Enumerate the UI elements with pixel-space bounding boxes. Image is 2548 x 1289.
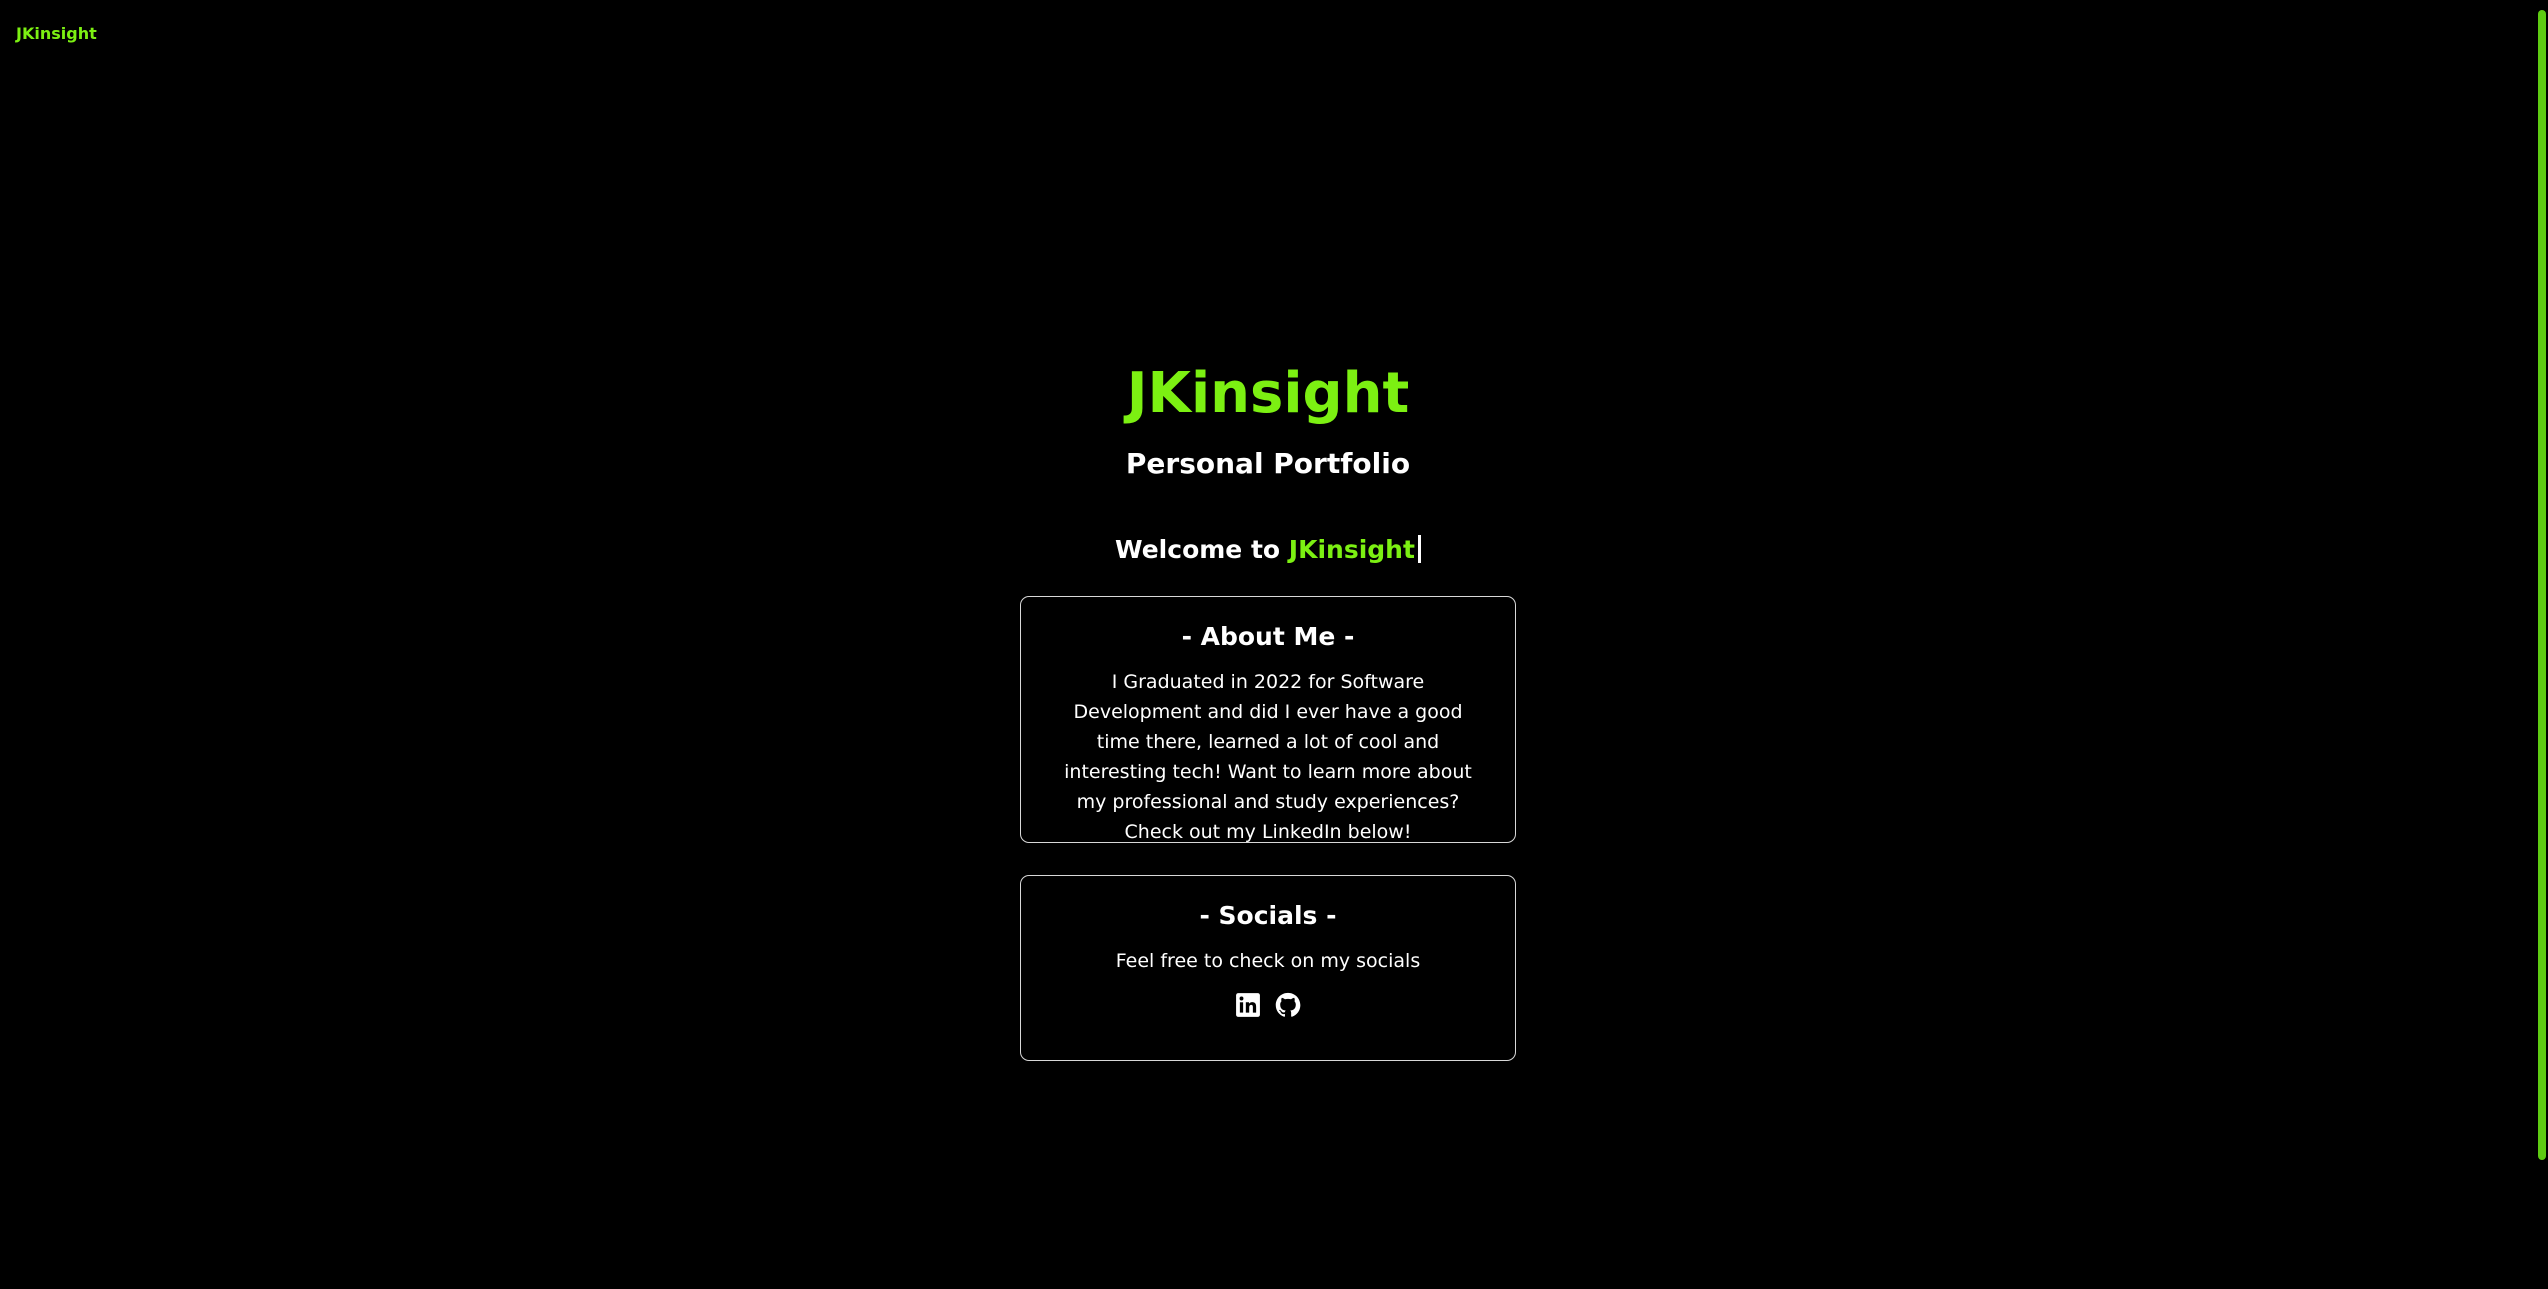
- about-card: - About Me - I Graduated in 2022 for Sof…: [1020, 596, 1516, 843]
- github-link[interactable]: [1275, 992, 1301, 1018]
- welcome-accent: JKinsight: [1288, 535, 1415, 564]
- vertical-scrollbar[interactable]: [2536, 0, 2548, 1289]
- about-text: I Graduated in 2022 for Software Develop…: [1064, 671, 1472, 843]
- scrollbar-thumb[interactable]: [2538, 10, 2546, 1160]
- linkedin-link[interactable]: [1235, 992, 1261, 1018]
- social-icons: [1021, 992, 1515, 1018]
- welcome-prefix: Welcome to: [1115, 535, 1289, 564]
- socials-text: Feel free to check on my socials: [1115, 950, 1421, 972]
- hero-subtitle: Personal Portfolio: [1125, 447, 1411, 480]
- github-icon: [1275, 992, 1301, 1017]
- brand-logo-link[interactable]: JKinsight: [16, 24, 97, 44]
- socials-title: - Socials -: [1199, 901, 1337, 930]
- socials-card: - Socials - Feel free to check on my soc…: [1020, 875, 1516, 1061]
- about-title: - About Me -: [1181, 622, 1355, 651]
- welcome-line: Welcome to JKinsight: [0, 530, 2536, 570]
- typing-cursor: [1417, 535, 1421, 563]
- linkedin-icon: [1236, 993, 1260, 1017]
- page: JKinsight JKinsight Personal Portfolio W…: [0, 0, 2548, 1289]
- hero-title: JKinsight: [1126, 361, 1410, 426]
